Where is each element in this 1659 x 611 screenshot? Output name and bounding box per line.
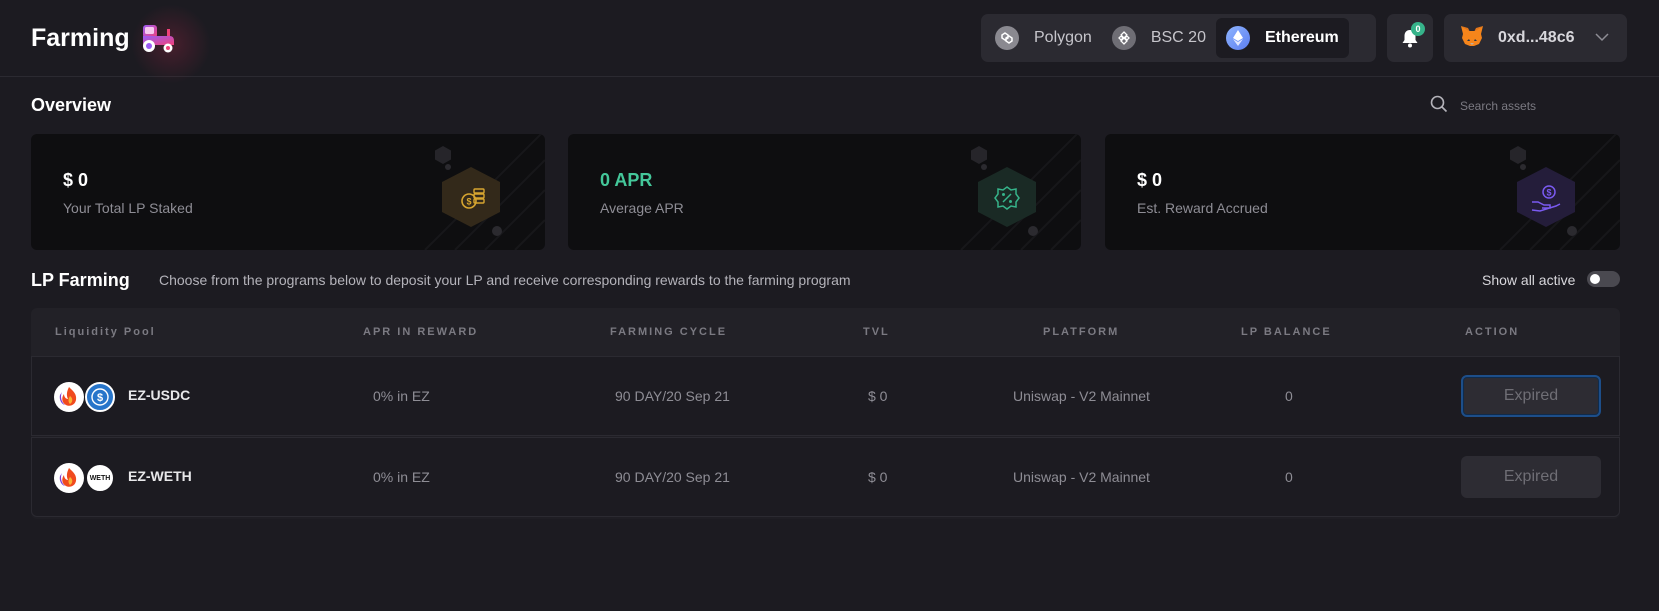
network-label: Ethereum: [1264, 29, 1339, 46]
column-header-apr: APR IN REWARD: [363, 326, 479, 338]
weth-token-icon: WETH: [85, 463, 115, 493]
network-switch: Polygon BSC 20 Ethereum: [981, 14, 1376, 62]
lp-farming-description: Choose from the programs below to deposi…: [159, 272, 851, 288]
average-apr-value: 0 APR: [600, 170, 653, 190]
tvl-value: $ 0: [868, 469, 888, 485]
network-ethereum[interactable]: Ethereum: [1215, 18, 1349, 58]
usdc-token-icon: $: [85, 382, 115, 412]
svg-text:$: $: [97, 392, 103, 404]
est-reward-card: $ 0 Est. Reward Accrued $: [1105, 134, 1620, 250]
network-polygon[interactable]: Polygon: [985, 18, 1102, 58]
brand: Farming: [31, 4, 211, 84]
percent-badge-icon: [951, 134, 1081, 250]
column-header-lp-balance: LP BALANCE: [1241, 326, 1332, 338]
polygon-icon: [995, 26, 1019, 50]
average-apr-card: 0 APR Average APR: [568, 134, 1081, 250]
total-lp-staked-card: $ 0 Your Total LP Staked $: [31, 134, 545, 250]
lp-farming-table: Liquidity Pool APR IN REWARD FARMING CYC…: [31, 308, 1620, 519]
notification-count-badge: 0: [1411, 22, 1425, 36]
est-reward-value: $ 0: [1137, 170, 1163, 190]
tvl-value: $ 0: [868, 388, 888, 404]
table-header: Liquidity Pool APR IN REWARD FARMING CYC…: [31, 308, 1620, 356]
coins-icon: $: [415, 134, 545, 250]
table-row: $ EZ-USDC 0% in EZ 90 DAY/20 Sep 21 $ 0 …: [31, 356, 1620, 436]
bsc-icon: [1111, 26, 1136, 50]
lp-farming-title: LP Farming: [31, 270, 130, 290]
weth-badge-text: WETH: [89, 474, 111, 482]
hand-coin-icon: $: [1490, 134, 1620, 250]
table-row: WETH EZ-WETH 0% in EZ 90 DAY/20 Sep 21 $…: [31, 437, 1620, 517]
column-header-farming-cycle: FARMING CYCLE: [610, 326, 728, 338]
notifications-button[interactable]: 0: [1387, 14, 1433, 62]
chevron-down-icon: [1595, 30, 1609, 49]
column-header-tvl: TVL: [863, 326, 890, 338]
column-header-action: ACTION: [1465, 326, 1520, 338]
network-label: BSC 20: [1150, 29, 1206, 46]
farming-cycle-value: 90 DAY/20 Sep 21: [615, 388, 730, 404]
farming-cycle-value: 90 DAY/20 Sep 21: [615, 469, 730, 485]
token-pair-icons: WETH: [54, 463, 115, 493]
column-header-platform: PLATFORM: [1043, 326, 1120, 338]
pool-name: EZ-USDC: [128, 387, 191, 403]
show-all-active-label: Show all active: [1482, 272, 1576, 288]
show-all-active-toggle[interactable]: [1587, 271, 1620, 287]
expired-button[interactable]: Expired: [1461, 375, 1601, 417]
apr-value: 0% in EZ: [373, 469, 430, 485]
svg-text:$: $: [466, 197, 471, 207]
ez-token-icon: [54, 463, 84, 493]
average-apr-label: Average APR: [600, 200, 684, 216]
token-pair-icons: $: [54, 382, 115, 412]
platform-value: Uniswap - V2 Mainnet: [1013, 388, 1150, 404]
total-lp-staked-label: Your Total LP Staked: [63, 200, 193, 216]
est-reward-label: Est. Reward Accrued: [1137, 200, 1268, 216]
search-icon: [1430, 95, 1448, 118]
expired-button[interactable]: Expired: [1461, 456, 1601, 498]
ez-token-icon: [54, 382, 84, 412]
network-label: Polygon: [1034, 29, 1092, 46]
lp-balance-value: 0: [1285, 388, 1293, 404]
metamask-fox-icon: [1460, 25, 1484, 52]
network-bsc[interactable]: BSC 20: [1102, 18, 1216, 58]
tractor-icon: [140, 22, 176, 54]
page-title: Farming: [31, 23, 130, 52]
top-header: Farming Polygon BSC 20 Ethereum 0 0xd...…: [0, 0, 1659, 84]
toggle-knob: [1590, 274, 1600, 284]
lp-balance-value: 0: [1285, 469, 1293, 485]
wallet-address: 0xd...48c6: [1498, 29, 1575, 46]
total-lp-staked-value: $ 0: [63, 170, 89, 190]
overview-title: Overview: [31, 95, 112, 115]
search-input[interactable]: [1460, 99, 1620, 113]
search-box: [1430, 95, 1630, 117]
column-header-liquidity-pool: Liquidity Pool: [55, 326, 156, 338]
pool-name: EZ-WETH: [128, 468, 192, 484]
svg-text:$: $: [1546, 188, 1551, 198]
ethereum-icon: [1225, 26, 1250, 50]
wallet-button[interactable]: 0xd...48c6: [1444, 14, 1627, 62]
apr-value: 0% in EZ: [373, 388, 430, 404]
platform-value: Uniswap - V2 Mainnet: [1013, 469, 1150, 485]
